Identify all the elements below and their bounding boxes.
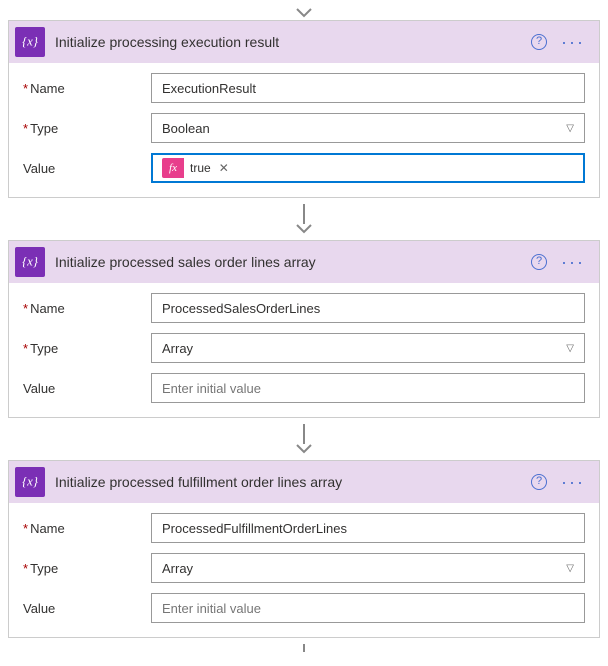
help-icon[interactable]: ? <box>531 254 547 270</box>
type-select[interactable]: Boolean ▽ <box>151 113 585 143</box>
value-label: Value <box>23 381 141 396</box>
variable-icon: {x} <box>15 27 45 57</box>
chevron-down-icon: ▽ <box>566 123 574 134</box>
type-label: Type <box>23 341 141 356</box>
action-card-execution-result: {x} Initialize processing execution resu… <box>8 20 600 198</box>
help-icon[interactable]: ? <box>531 34 547 50</box>
name-label: Name <box>23 301 141 316</box>
arrow-down-icon <box>296 444 312 454</box>
more-icon[interactable]: ··· <box>557 476 589 488</box>
type-label: Type <box>23 561 141 576</box>
name-value: ProcessedFulfillmentOrderLines <box>162 521 347 536</box>
variable-icon: {x} <box>15 467 45 497</box>
arrow-line <box>303 644 305 652</box>
card-header[interactable]: {x} Initialize processed sales order lin… <box>9 241 599 283</box>
card-header[interactable]: {x} Initialize processed fulfillment ord… <box>9 461 599 503</box>
chevron-down-icon: ▽ <box>566 343 574 354</box>
name-label: Name <box>23 81 141 96</box>
connector-bottom <box>8 638 600 658</box>
card-body: Name ExecutionResult Type Boolean ▽ Valu… <box>9 63 599 197</box>
value-placeholder: Enter initial value <box>162 381 261 396</box>
value-input[interactable]: fx true ✕ <box>151 153 585 183</box>
card-title: Initialize processing execution result <box>55 34 521 50</box>
remove-token-icon[interactable]: ✕ <box>217 161 235 175</box>
value-placeholder: Enter initial value <box>162 601 261 616</box>
connector-2 <box>8 418 600 460</box>
card-header[interactable]: {x} Initialize processing execution resu… <box>9 21 599 63</box>
card-title: Initialize processed sales order lines a… <box>55 254 521 270</box>
name-value: ExecutionResult <box>162 81 256 96</box>
card-body: Name ProcessedSalesOrderLines Type Array… <box>9 283 599 417</box>
type-select[interactable]: Array ▽ <box>151 553 585 583</box>
help-icon[interactable]: ? <box>531 474 547 490</box>
more-icon[interactable]: ··· <box>557 36 589 48</box>
type-label: Type <box>23 121 141 136</box>
expression-token[interactable]: fx true ✕ <box>162 158 235 178</box>
arrow-line <box>303 204 305 224</box>
arrow-down-icon <box>296 8 312 18</box>
value-label: Value <box>23 601 141 616</box>
svg-text:{x}: {x} <box>22 475 39 489</box>
token-text: true <box>184 161 217 175</box>
name-value: ProcessedSalesOrderLines <box>162 301 320 316</box>
action-card-fulfillment-order-lines: {x} Initialize processed fulfillment ord… <box>8 460 600 638</box>
type-value: Array <box>162 561 193 576</box>
type-select[interactable]: Array ▽ <box>151 333 585 363</box>
type-value: Boolean <box>162 121 210 136</box>
type-value: Array <box>162 341 193 356</box>
arrow-line <box>303 424 305 444</box>
value-label: Value <box>23 161 141 176</box>
connector-top <box>8 8 600 20</box>
connector-1 <box>8 198 600 240</box>
name-input[interactable]: ProcessedFulfillmentOrderLines <box>151 513 585 543</box>
action-card-sales-order-lines: {x} Initialize processed sales order lin… <box>8 240 600 418</box>
value-input[interactable]: Enter initial value <box>151 373 585 403</box>
name-label: Name <box>23 521 141 536</box>
name-input[interactable]: ExecutionResult <box>151 73 585 103</box>
name-input[interactable]: ProcessedSalesOrderLines <box>151 293 585 323</box>
value-input[interactable]: Enter initial value <box>151 593 585 623</box>
variable-icon: {x} <box>15 247 45 277</box>
more-icon[interactable]: ··· <box>557 256 589 268</box>
svg-text:{x}: {x} <box>22 35 39 49</box>
arrow-down-icon <box>296 224 312 234</box>
card-title: Initialize processed fulfillment order l… <box>55 474 521 490</box>
chevron-down-icon: ▽ <box>566 563 574 574</box>
svg-text:{x}: {x} <box>22 255 39 269</box>
fx-icon: fx <box>162 158 184 178</box>
